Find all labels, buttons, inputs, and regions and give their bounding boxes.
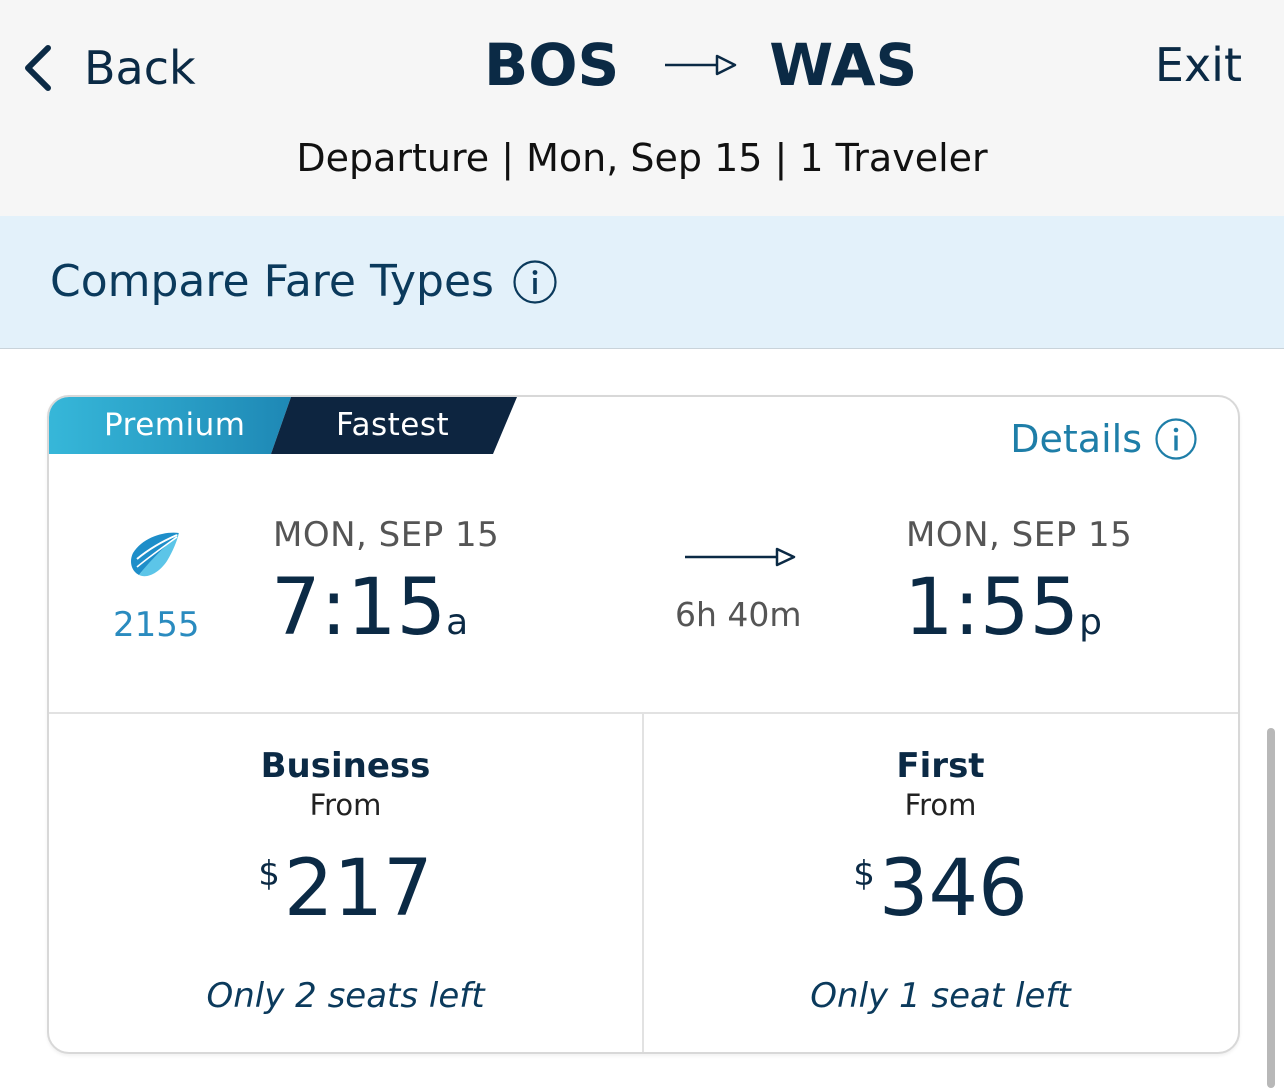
fare-price: $ 346 <box>644 844 1237 934</box>
business-fare-option[interactable]: Business From $ 217 Only 2 seats left <box>49 714 642 1052</box>
flight-tags: Premium Fastest <box>49 397 519 454</box>
fare-name: First <box>896 746 985 786</box>
premium-tag: Premium <box>104 407 246 443</box>
details-label: Details <box>1010 417 1142 461</box>
departure-date: MON, SEP 15 <box>273 515 500 555</box>
back-button[interactable]: Back <box>20 38 196 98</box>
route-title: BOS WAS <box>484 30 917 100</box>
details-link[interactable]: Details <box>1010 417 1198 461</box>
arrow-right-icon <box>665 54 737 76</box>
fastest-tag: Fastest <box>336 407 450 443</box>
trip-summary: Departure | Mon, Sep 15 | 1 Traveler <box>296 136 988 180</box>
first-fare-option[interactable]: First From $ 346 Only 1 seat left <box>644 714 1237 1052</box>
departure-time-value: 7:15 <box>271 563 447 653</box>
arrow-right-icon <box>685 547 796 567</box>
flight-card[interactable]: Premium Fastest Details 2155 MON, SEP 15… <box>47 395 1240 1054</box>
fare-name: Business <box>260 746 431 786</box>
info-circle-icon <box>1154 417 1198 461</box>
destination-code: WAS <box>769 31 918 99</box>
fare-amount: 217 <box>283 844 433 934</box>
seats-left: Only 1 seat left <box>810 976 1071 1016</box>
scrollbar[interactable] <box>1267 728 1275 1088</box>
departure-time: 7:15a <box>271 563 468 653</box>
departure-ampm: a <box>446 602 469 643</box>
fare-price: $ 217 <box>49 844 642 934</box>
compare-fare-banner[interactable]: Compare Fare Types <box>0 216 1284 349</box>
exit-button[interactable]: Exit <box>1155 38 1242 92</box>
fare-amount: 346 <box>878 844 1028 934</box>
flight-select-screen: Back BOS WAS Exit Departure | Mon, Sep 1… <box>0 0 1284 1088</box>
fare-from-label: From <box>904 788 977 822</box>
currency-symbol: $ <box>258 854 280 894</box>
header: Back BOS WAS Exit Departure | Mon, Sep 1… <box>0 0 1284 216</box>
arrival-time-value: 1:55 <box>904 563 1080 653</box>
compare-fare-title: Compare Fare Types <box>50 256 558 307</box>
origin-code: BOS <box>484 31 620 99</box>
back-label: Back <box>84 41 196 95</box>
flight-duration: 6h 40m <box>675 595 802 634</box>
arrival-ampm: p <box>1079 602 1103 643</box>
currency-symbol: $ <box>853 854 875 894</box>
fare-from-label: From <box>309 788 382 822</box>
arrival-time: 1:55p <box>904 563 1102 653</box>
arrival-date: MON, SEP 15 <box>906 515 1133 555</box>
chevron-left-icon <box>25 45 51 91</box>
compare-fare-label: Compare Fare Types <box>50 256 494 307</box>
flight-number: 2155 <box>113 605 200 645</box>
seats-left: Only 2 seats left <box>206 976 485 1016</box>
info-circle-icon[interactable] <box>512 259 558 305</box>
airline-logo-icon <box>131 532 179 577</box>
